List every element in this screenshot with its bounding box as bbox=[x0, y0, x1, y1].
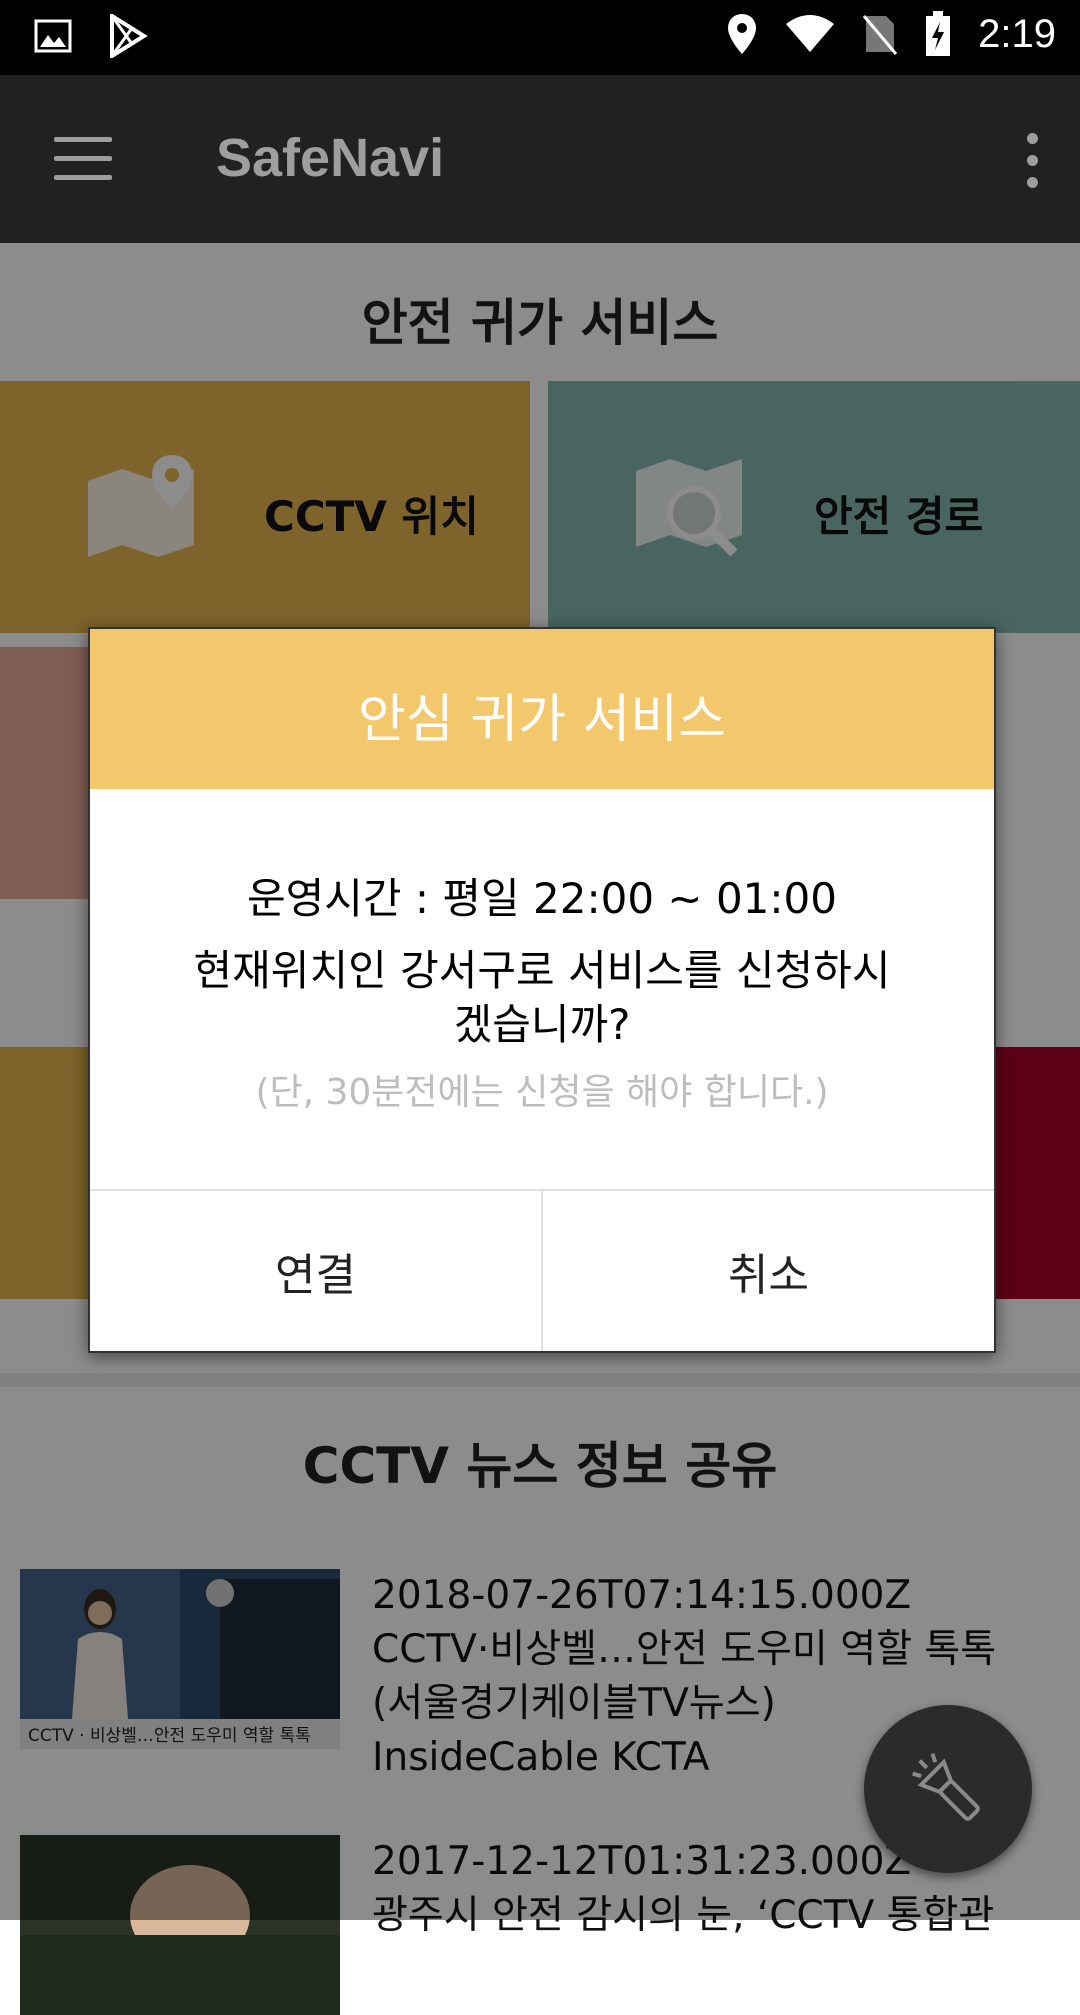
dialog-note: (단, 30분전에는 신청을 해야 합니다.) bbox=[255, 1072, 829, 1113]
clock: 2:19 bbox=[978, 11, 1056, 56]
safe-return-dialog: 안심 귀가 서비스 운영시간 : 평일 22:00 ~ 01:00 현재위치인 … bbox=[88, 627, 996, 1353]
connect-button[interactable]: 연결 bbox=[90, 1191, 541, 1351]
location-icon bbox=[728, 14, 757, 54]
menu-icon[interactable] bbox=[54, 137, 112, 181]
battery-charging-icon bbox=[926, 11, 951, 56]
wifi-icon bbox=[786, 15, 835, 52]
dialog-header: 안심 귀가 서비스 bbox=[90, 629, 994, 789]
flashlight-button[interactable] bbox=[864, 1705, 1032, 1873]
play-store-icon bbox=[110, 14, 148, 58]
dialog-question-cont: 겠습니까? bbox=[453, 1000, 631, 1049]
no-sim-icon bbox=[862, 15, 898, 55]
more-options-icon[interactable] bbox=[1020, 133, 1044, 189]
dialog-question: 현재위치인 강서구로 서비스를 신청하시 bbox=[193, 946, 891, 995]
app-bar: SafeNavi bbox=[0, 75, 1080, 243]
status-bar: 2:19 bbox=[0, 0, 1080, 75]
dialog-title: 안심 귀가 서비스 bbox=[358, 690, 726, 750]
dialog-hours: 운영시간 : 평일 22:00 ~ 01:00 bbox=[246, 874, 837, 923]
cancel-button[interactable]: 취소 bbox=[543, 1191, 994, 1351]
flashlight-icon bbox=[912, 1753, 980, 1821]
app-title: SafeNavi bbox=[216, 128, 445, 188]
gallery-icon bbox=[34, 19, 72, 53]
